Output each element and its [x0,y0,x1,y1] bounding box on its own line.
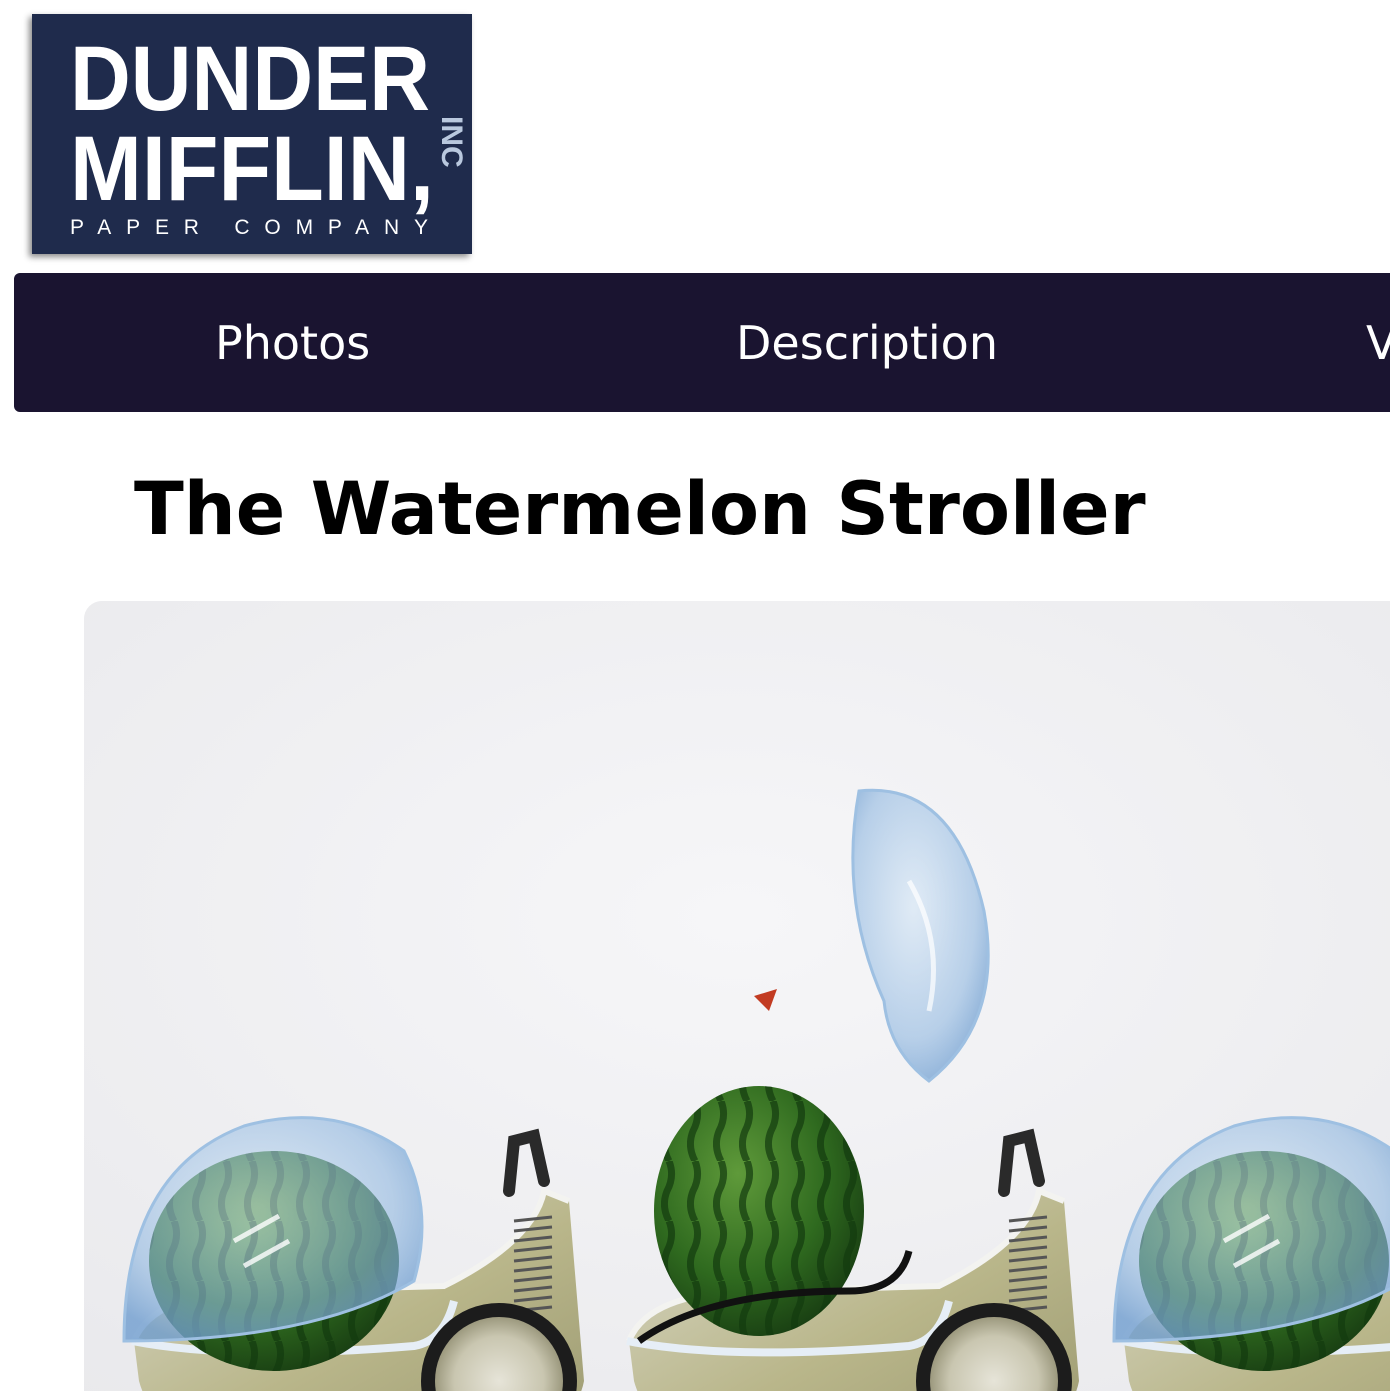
nav-photos[interactable]: Photos [215,273,370,412]
watermelon-stroller-photo-icon [84,601,1390,1391]
page-title: The Watermelon Stroller [134,467,1146,552]
nav-item-3[interactable]: V [1366,273,1390,412]
logo-inc: INC [435,116,468,168]
logo-graphic: DUNDER MIFFLIN, INC PAPER COMPANY [70,28,468,239]
company-logo[interactable]: DUNDER MIFFLIN, INC PAPER COMPANY [32,14,472,254]
main-nav: Photos Description V [14,273,1390,412]
logo-line-mifflin: MIFFLIN, [70,118,434,220]
hero-image [84,601,1390,1391]
nav-description[interactable]: Description [736,273,998,412]
logo-line-dunder: DUNDER [70,28,430,130]
